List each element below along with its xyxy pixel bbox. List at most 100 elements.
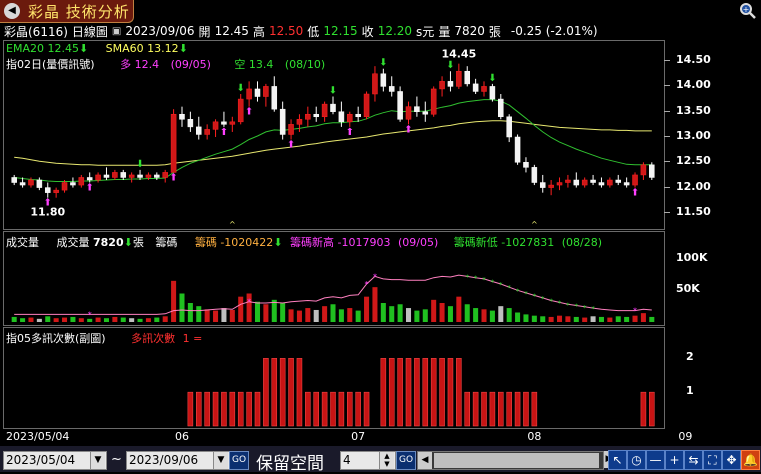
candle-body	[321, 103, 328, 118]
signal-bar	[472, 391, 479, 427]
chip-high-date: (09/05)	[398, 236, 439, 249]
alert-bell-icon[interactable]: 🔔	[741, 450, 760, 470]
volume-bar	[62, 317, 68, 322]
volume-bar	[112, 316, 118, 322]
candle-body	[414, 106, 420, 112]
candle-body	[221, 121, 227, 125]
y-tick-mark	[664, 186, 670, 188]
volume-tick-label: 50K	[676, 282, 700, 296]
volume-bar	[196, 306, 202, 322]
scroll-thumb[interactable]	[434, 453, 599, 468]
candle-body	[649, 164, 655, 178]
signal-bar	[363, 391, 370, 427]
chip-low-marker: *	[575, 303, 579, 311]
volume-bar	[254, 301, 261, 322]
fit-arrows-icon[interactable]: ⇆	[684, 450, 703, 470]
keep-space-stepper[interactable]: 4 ▲ ▼	[340, 451, 396, 470]
clock-icon[interactable]: ◷	[627, 450, 646, 470]
volume-bar	[422, 309, 428, 322]
zoom-out-icon[interactable]: —	[646, 450, 665, 470]
signal-bar	[195, 391, 202, 427]
horizontal-scrollbar[interactable]: ◀	[417, 451, 604, 470]
period-label[interactable]: 日線圖	[72, 23, 108, 40]
chip-low-marker: *	[482, 276, 486, 284]
chevron-down-icon[interactable]: ▼	[213, 452, 228, 469]
candle-body	[338, 111, 345, 123]
volume-bar	[171, 280, 177, 322]
buy-signal-arrow: ⬆	[346, 127, 354, 138]
chip-low-marker: *	[591, 305, 595, 313]
chip-low: 籌碼新低 -1027831	[453, 236, 555, 249]
candle-body	[372, 73, 378, 95]
expand-icon[interactable]: ⛶	[703, 450, 722, 470]
zoom-in-icon[interactable]: +	[665, 450, 684, 470]
compass-icon[interactable]: ✥	[722, 450, 741, 470]
candle-body	[145, 174, 152, 178]
chip-low-marker: *	[541, 295, 545, 303]
volume-bar	[557, 315, 563, 322]
y-tick-label: 12.00	[676, 179, 711, 193]
volume-bar	[313, 309, 319, 322]
signal-bar	[489, 391, 496, 427]
buy-signal-arrow: ⬆	[245, 107, 253, 118]
go-button[interactable]: GO	[229, 451, 249, 470]
window-title: 彩晶 技術分析	[28, 2, 130, 21]
to-date-select[interactable]: 2023/09/06 ▼	[126, 451, 230, 470]
candle-body	[263, 86, 269, 97]
indicator-series-value: 1 =	[182, 332, 203, 345]
low-mark: 11.80	[30, 206, 65, 219]
volume-bar	[120, 317, 126, 322]
event-marker: ^	[229, 220, 236, 229]
go-button-2[interactable]: GO	[396, 451, 416, 470]
volume-bar	[372, 287, 378, 322]
signal-bar	[204, 391, 210, 427]
candle-body	[539, 182, 546, 188]
sma60-line	[14, 120, 652, 166]
stepper-arrows-icon[interactable]: ▲ ▼	[379, 452, 394, 469]
candle-body	[271, 86, 278, 110]
volume-bar	[473, 308, 479, 322]
chip-low-marker: *	[533, 292, 537, 300]
volume-bar	[238, 296, 244, 322]
checkbox-icon[interactable]: ▣	[112, 26, 121, 37]
signal-bar	[221, 391, 227, 427]
chip-low-marker: *	[465, 273, 469, 281]
chip-high-marker: *	[373, 272, 377, 281]
candle-body	[330, 103, 336, 112]
x-tick-label: 2023/05/04	[6, 430, 70, 443]
sell-signal-arrow: ⬇	[329, 86, 337, 97]
scroll-left-icon[interactable]: ◀	[418, 452, 432, 469]
volume-unit: 張	[488, 24, 501, 39]
y-tick-label: 12.50	[676, 154, 711, 168]
volume-bar	[531, 315, 537, 322]
y-tick-label: 14.00	[676, 78, 711, 92]
signal-bar	[305, 391, 311, 427]
signal-bar	[321, 391, 328, 427]
indicator-tick-label: 2	[686, 350, 694, 364]
candle-body	[388, 86, 395, 92]
sell-signal-arrow: ⬇	[488, 73, 496, 84]
magnifier-icon[interactable]: +	[739, 2, 757, 20]
chip-low-marker: *	[516, 287, 520, 295]
chip-high-marker: *	[365, 280, 369, 289]
x-tick-label: 08	[527, 430, 542, 443]
chip-high-marker: *	[247, 298, 251, 307]
x-axis: 2023/05/04 06 07 08 09	[3, 430, 692, 444]
volume-bar	[565, 316, 571, 322]
from-date-select[interactable]: 2023/05/04 ▼	[3, 451, 107, 470]
volume-bar	[548, 316, 554, 322]
candle-body	[288, 124, 294, 135]
volume-bar	[405, 308, 412, 322]
sell-signal-arrow: ⬇	[446, 60, 454, 71]
close-icon[interactable]: ◀	[4, 3, 20, 19]
chevron-down-icon[interactable]: ▼	[90, 452, 105, 469]
candle-body	[95, 174, 101, 181]
candle-body	[187, 119, 194, 128]
candle-body	[170, 113, 177, 173]
buy-signal-arrow: ⬆	[86, 183, 94, 194]
volume-bar	[263, 304, 269, 322]
cursor-tool-icon[interactable]: ↖	[608, 450, 627, 470]
candle-body	[19, 182, 26, 186]
window-title-tab[interactable]: 彩晶 技術分析	[0, 0, 134, 23]
candle-body	[523, 162, 529, 168]
